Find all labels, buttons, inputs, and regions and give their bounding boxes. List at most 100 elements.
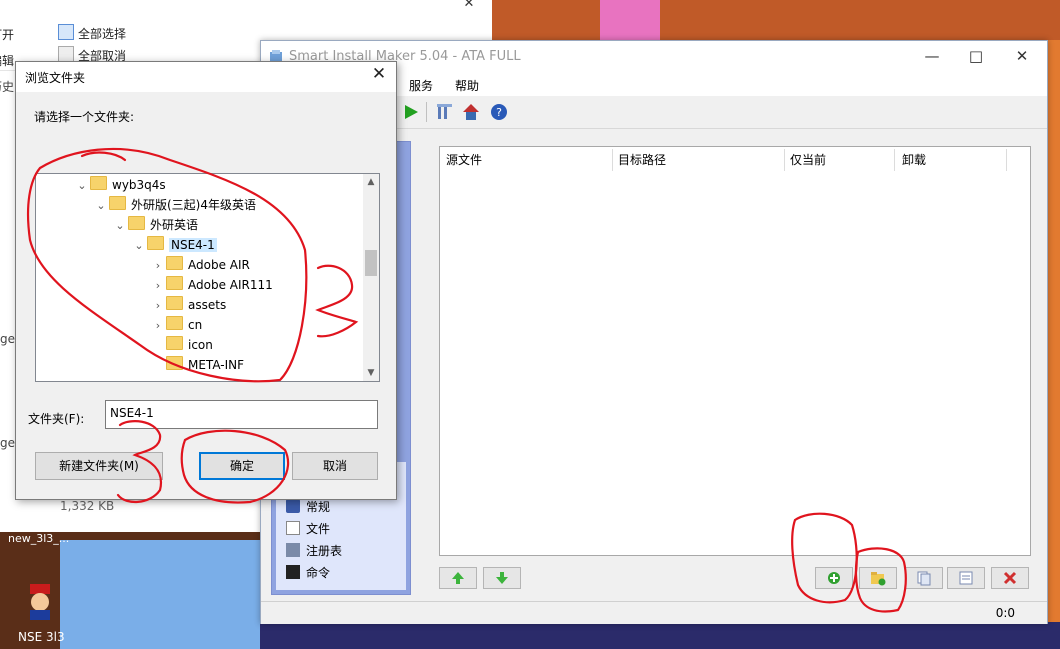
chevron-down-icon[interactable]: ⌄ — [112, 216, 128, 236]
name-fragment-1: ge — [0, 332, 15, 346]
arrow-down-icon — [496, 572, 508, 584]
tree-item[interactable]: › assets — [150, 295, 226, 315]
history-fragment: 历史 — [0, 80, 15, 94]
svg-text:?: ? — [496, 106, 502, 119]
open-fragment[interactable]: 打开 — [0, 26, 14, 43]
folder-name-input[interactable]: NSE4-1 — [105, 400, 378, 429]
run-icon[interactable] — [401, 102, 421, 122]
cursor-position: 0:0 — [995, 606, 1015, 620]
column-target-path[interactable]: 目标路径 — [612, 149, 785, 171]
tree-item-label: Adobe AIR — [188, 258, 250, 272]
files-list[interactable]: 源文件 目标路径 仅当前 卸载 — [439, 146, 1031, 556]
add-folder-button[interactable] — [859, 567, 897, 589]
registry-icon — [286, 543, 300, 557]
tree-item[interactable]: icon — [150, 335, 213, 355]
edit-button[interactable] — [947, 567, 985, 589]
file-size: 1,332 KB — [60, 499, 115, 513]
folder-icon — [166, 336, 183, 350]
select-all-label: 全部选择 — [78, 27, 127, 41]
move-up-button[interactable] — [439, 567, 477, 589]
tree-item-label: cn — [188, 318, 203, 332]
sidebar-item-label: 注册表 — [306, 544, 343, 558]
folder-field-label: 文件夹(F): — [28, 412, 85, 426]
chevron-right-icon[interactable]: › — [150, 256, 166, 276]
tree-item-label: META-INF — [188, 358, 245, 372]
tree-item[interactable]: ⌄ wyb3q4s — [74, 175, 166, 195]
column-uninstall[interactable]: 卸载 — [896, 149, 1007, 171]
explorer-close-button[interactable]: ✕ — [446, 0, 492, 12]
chevron-down-icon[interactable]: ⌄ — [93, 196, 109, 216]
commands-icon — [286, 565, 300, 579]
copy-button[interactable] — [905, 567, 943, 589]
menu-service[interactable]: 服务 — [409, 77, 433, 94]
folder-icon — [90, 176, 107, 190]
folder-icon — [166, 256, 183, 270]
tree-item-label: wyb3q4s — [112, 178, 166, 192]
column-current-only[interactable]: 仅当前 — [784, 149, 895, 171]
arrow-up-icon — [452, 572, 464, 584]
chevron-right-icon[interactable]: › — [150, 316, 166, 336]
tree-scrollbar[interactable]: ▲ ▼ — [363, 174, 379, 381]
folder-icon — [166, 316, 183, 330]
tree-item[interactable]: META-INF — [150, 355, 244, 375]
tree-item-selected[interactable]: ⌄ NSE4-1 — [131, 235, 217, 255]
nse-shortcut-icon[interactable] — [20, 580, 60, 620]
scroll-down-icon[interactable]: ▼ — [363, 365, 379, 381]
scroll-up-icon[interactable]: ▲ — [363, 174, 379, 190]
column-source-file[interactable]: 源文件 — [440, 149, 613, 171]
deselect-all-icon — [58, 46, 74, 62]
sidebar-item-label: 文件 — [306, 522, 331, 536]
folder-icon — [166, 296, 183, 310]
nse-shortcut-label[interactable]: NSE 3l3 — [18, 630, 65, 644]
tree-item[interactable]: › Adobe AIR — [150, 255, 250, 275]
edit-fragment[interactable]: 编辑 — [0, 52, 14, 69]
sidebar-item-label: 常规 — [306, 500, 331, 514]
tree-item-label: NSE4-1 — [169, 238, 217, 252]
maximize-button[interactable]: □ — [953, 41, 999, 72]
sidebar-item-commands[interactable]: 命令 — [286, 564, 330, 581]
folder-tree[interactable]: ⌄ wyb3q4s ⌄ 外研版(三起)4年级英语 ⌄ 外研英语 ⌄ NSE4-1 › Ad… — [35, 173, 380, 382]
home-icon[interactable] — [461, 102, 481, 122]
desktop-background-art — [60, 540, 260, 649]
tree-item[interactable]: › cn — [150, 315, 202, 335]
desktop-file-label[interactable]: new_3l3_... — [8, 532, 69, 545]
folder-icon — [166, 276, 183, 290]
chevron-right-icon[interactable]: › — [150, 276, 166, 296]
ok-button[interactable]: 确定 — [199, 452, 285, 480]
tree-item[interactable]: › Adobe AIR111 — [150, 275, 273, 295]
sidebar-item-registry[interactable]: 注册表 — [286, 542, 342, 559]
tree-item-label: 外研英语 — [150, 218, 199, 232]
tree-item[interactable]: ⌄ 外研版(三起)4年级英语 — [93, 195, 256, 215]
dialog-close-button[interactable]: ✕ — [368, 64, 390, 84]
browse-folder-dialog: 浏览文件夹 ✕ 请选择一个文件夹: ⌄ wyb3q4s ⌄ 外研版(三起)4年级英语… — [15, 61, 397, 500]
desktop-background-art — [492, 0, 1060, 40]
desktop-background-art — [600, 0, 660, 40]
select-all-button[interactable]: 全部选择 — [58, 24, 126, 42]
add-file-button[interactable] — [815, 567, 853, 589]
tools-icon[interactable] — [435, 102, 455, 122]
tree-item[interactable]: ⌄ 外研英语 — [112, 215, 198, 235]
help-icon[interactable]: ? — [489, 102, 509, 122]
dialog-titlebar: 浏览文件夹 ✕ — [16, 62, 396, 92]
chevron-down-icon[interactable]: ⌄ — [131, 236, 147, 256]
tree-item-label: assets — [188, 298, 227, 312]
chevron-right-icon[interactable]: › — [150, 296, 166, 316]
minimize-button[interactable]: — — [909, 41, 955, 72]
scroll-thumb[interactable] — [365, 250, 377, 276]
edit-icon — [959, 571, 973, 585]
tree-item-label: 外研版(三起)4年级英语 — [131, 198, 256, 212]
folder-icon — [147, 236, 164, 250]
copy-icon — [917, 571, 931, 586]
delete-button[interactable] — [991, 567, 1029, 589]
delete-icon — [1003, 571, 1017, 585]
sidebar-item-general[interactable]: 常规 — [286, 498, 330, 515]
folder-icon — [128, 216, 145, 230]
close-button[interactable]: ✕ — [999, 41, 1045, 72]
cancel-button[interactable]: 取消 — [292, 452, 378, 480]
new-folder-button[interactable]: 新建文件夹(M) — [35, 452, 163, 480]
sidebar-item-files[interactable]: 文件 — [286, 520, 330, 537]
move-down-button[interactable] — [483, 567, 521, 589]
menu-help[interactable]: 帮助 — [455, 77, 479, 94]
chevron-down-icon[interactable]: ⌄ — [74, 176, 90, 196]
status-bar: 0:0 — [261, 601, 1047, 624]
